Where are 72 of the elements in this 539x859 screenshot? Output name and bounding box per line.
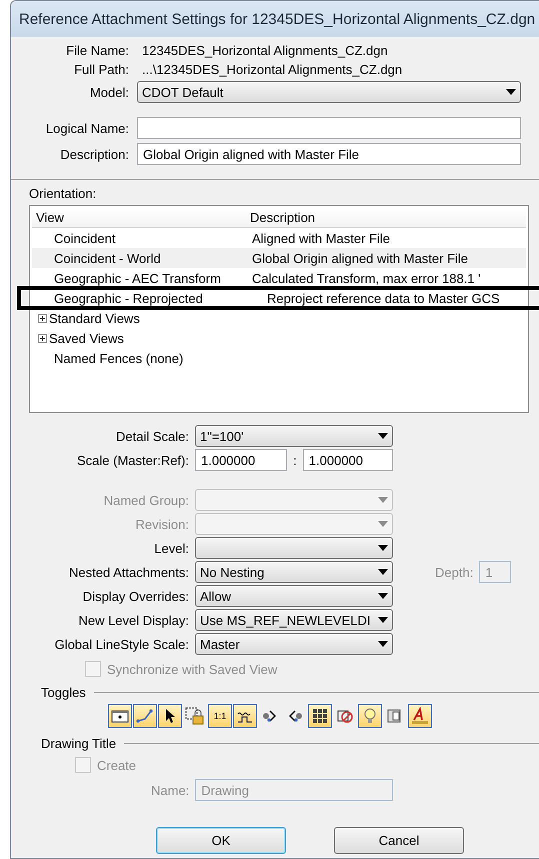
- caret-icon: [378, 433, 388, 439]
- checkbox-label: Synchronize with Saved View: [107, 662, 278, 676]
- input-field[interactable]: Global Origin aligned with Master File: [137, 143, 521, 165]
- window-icon: [111, 708, 129, 724]
- field-label: File Name:: [65, 43, 129, 58]
- toggle-button[interactable]: [158, 704, 182, 728]
- light-bulb-icon: [363, 707, 377, 725]
- field-label: Revision:: [134, 516, 189, 532]
- pointer-icon: [163, 708, 177, 724]
- field-label: Named Group:: [102, 492, 189, 508]
- list-row[interactable]: Named Fences (none): [32, 348, 526, 368]
- group-title: Toggles: [41, 685, 86, 700]
- toggle-button[interactable]: [408, 704, 432, 728]
- caret-icon: [378, 641, 388, 647]
- field-label: Description:: [59, 146, 129, 162]
- field-label: Full Path:: [73, 62, 129, 77]
- toggle-button[interactable]: [358, 704, 382, 728]
- field-label: New Level Display:: [77, 612, 189, 628]
- field-label: Detail Scale:: [115, 428, 189, 444]
- field-label: Logical Name:: [44, 120, 129, 136]
- list-row[interactable]: Coincident - World Global Origin aligned with Master File: [32, 248, 526, 268]
- dropdown[interactable]: CDOT Default: [137, 81, 521, 103]
- field-value: ...\12345DES_Horizontal Alignments_CZ.dgn: [141, 62, 404, 77]
- caret-icon: [378, 593, 388, 599]
- field-label: Name:: [151, 782, 190, 798]
- input-field[interactable]: 1.000000: [302, 449, 393, 471]
- group-title: Drawing Title: [41, 736, 116, 751]
- dropdown[interactable]: No Nesting: [195, 561, 393, 583]
- dropdown[interactable]: [195, 537, 393, 559]
- dropdown[interactable]: 1"=100': [195, 425, 393, 447]
- list-row[interactable]: Geographic - AEC Transform Calculated Transform, max error 188.1 ': [32, 268, 526, 288]
- dialog-button[interactable]: Cancel: [334, 827, 464, 854]
- no-symbol-icon: [336, 708, 354, 724]
- dropdown[interactable]: Allow: [195, 585, 393, 607]
- curve-icon: [136, 708, 154, 724]
- letter-icon: [411, 707, 429, 725]
- window-title: Reference Attachment Settings for 12345DES_Horizontal Alignments_CZ.dgn: [11, 1, 539, 37]
- caret-icon: [378, 497, 388, 503]
- field-value: 12345DES_Horizontal Alignments_CZ.dgn: [141, 43, 389, 58]
- section-label: Orientation:: [29, 186, 98, 201]
- caret-icon: [378, 569, 388, 575]
- toggle-button[interactable]: [308, 704, 332, 728]
- expand-icon[interactable]: [38, 334, 47, 342]
- field-label: Display Overrides:: [82, 588, 189, 604]
- dropdown[interactable]: Master: [195, 633, 393, 655]
- dropdown[interactable]: Use MS_REF_NEWLEVELDI: [195, 609, 393, 631]
- list-row[interactable]: Coincident Aligned with Master File: [32, 228, 526, 248]
- list-row[interactable]: Standard Views: [32, 308, 526, 328]
- field-label: Scale (Master:Ref):: [76, 452, 189, 468]
- grid-icon: [312, 708, 328, 724]
- caret-icon: [378, 617, 388, 623]
- caret-icon: [506, 89, 516, 95]
- field-label: Global LineStyle Scale:: [54, 636, 189, 652]
- lock-icon: [185, 707, 205, 725]
- input-field[interactable]: [137, 117, 521, 139]
- field-label: Depth:: [435, 564, 474, 580]
- field-label: Level:: [153, 540, 189, 556]
- list-row[interactable]: Saved Views: [32, 328, 526, 348]
- field-label: Nested Attachments:: [68, 564, 189, 580]
- field-label: Model:: [88, 84, 129, 100]
- separator-text: :: [293, 452, 297, 468]
- input-field[interactable]: 1.000000: [195, 449, 288, 471]
- list-row[interactable]: Geographic - Reprojected Reproject reference data to Master GCS: [17, 286, 539, 310]
- scale-toggle-button[interactable]: 1:1: [208, 704, 232, 728]
- caret-icon: [378, 545, 388, 551]
- toggle-button[interactable]: [133, 704, 157, 728]
- dialog-button[interactable]: OK: [156, 827, 286, 854]
- expand-icon[interactable]: [38, 314, 47, 322]
- checkbox-label: Create: [97, 758, 136, 772]
- toggle-button[interactable]: [233, 704, 257, 728]
- toggle-button[interactable]: [108, 704, 132, 728]
- caret-icon: [378, 521, 388, 527]
